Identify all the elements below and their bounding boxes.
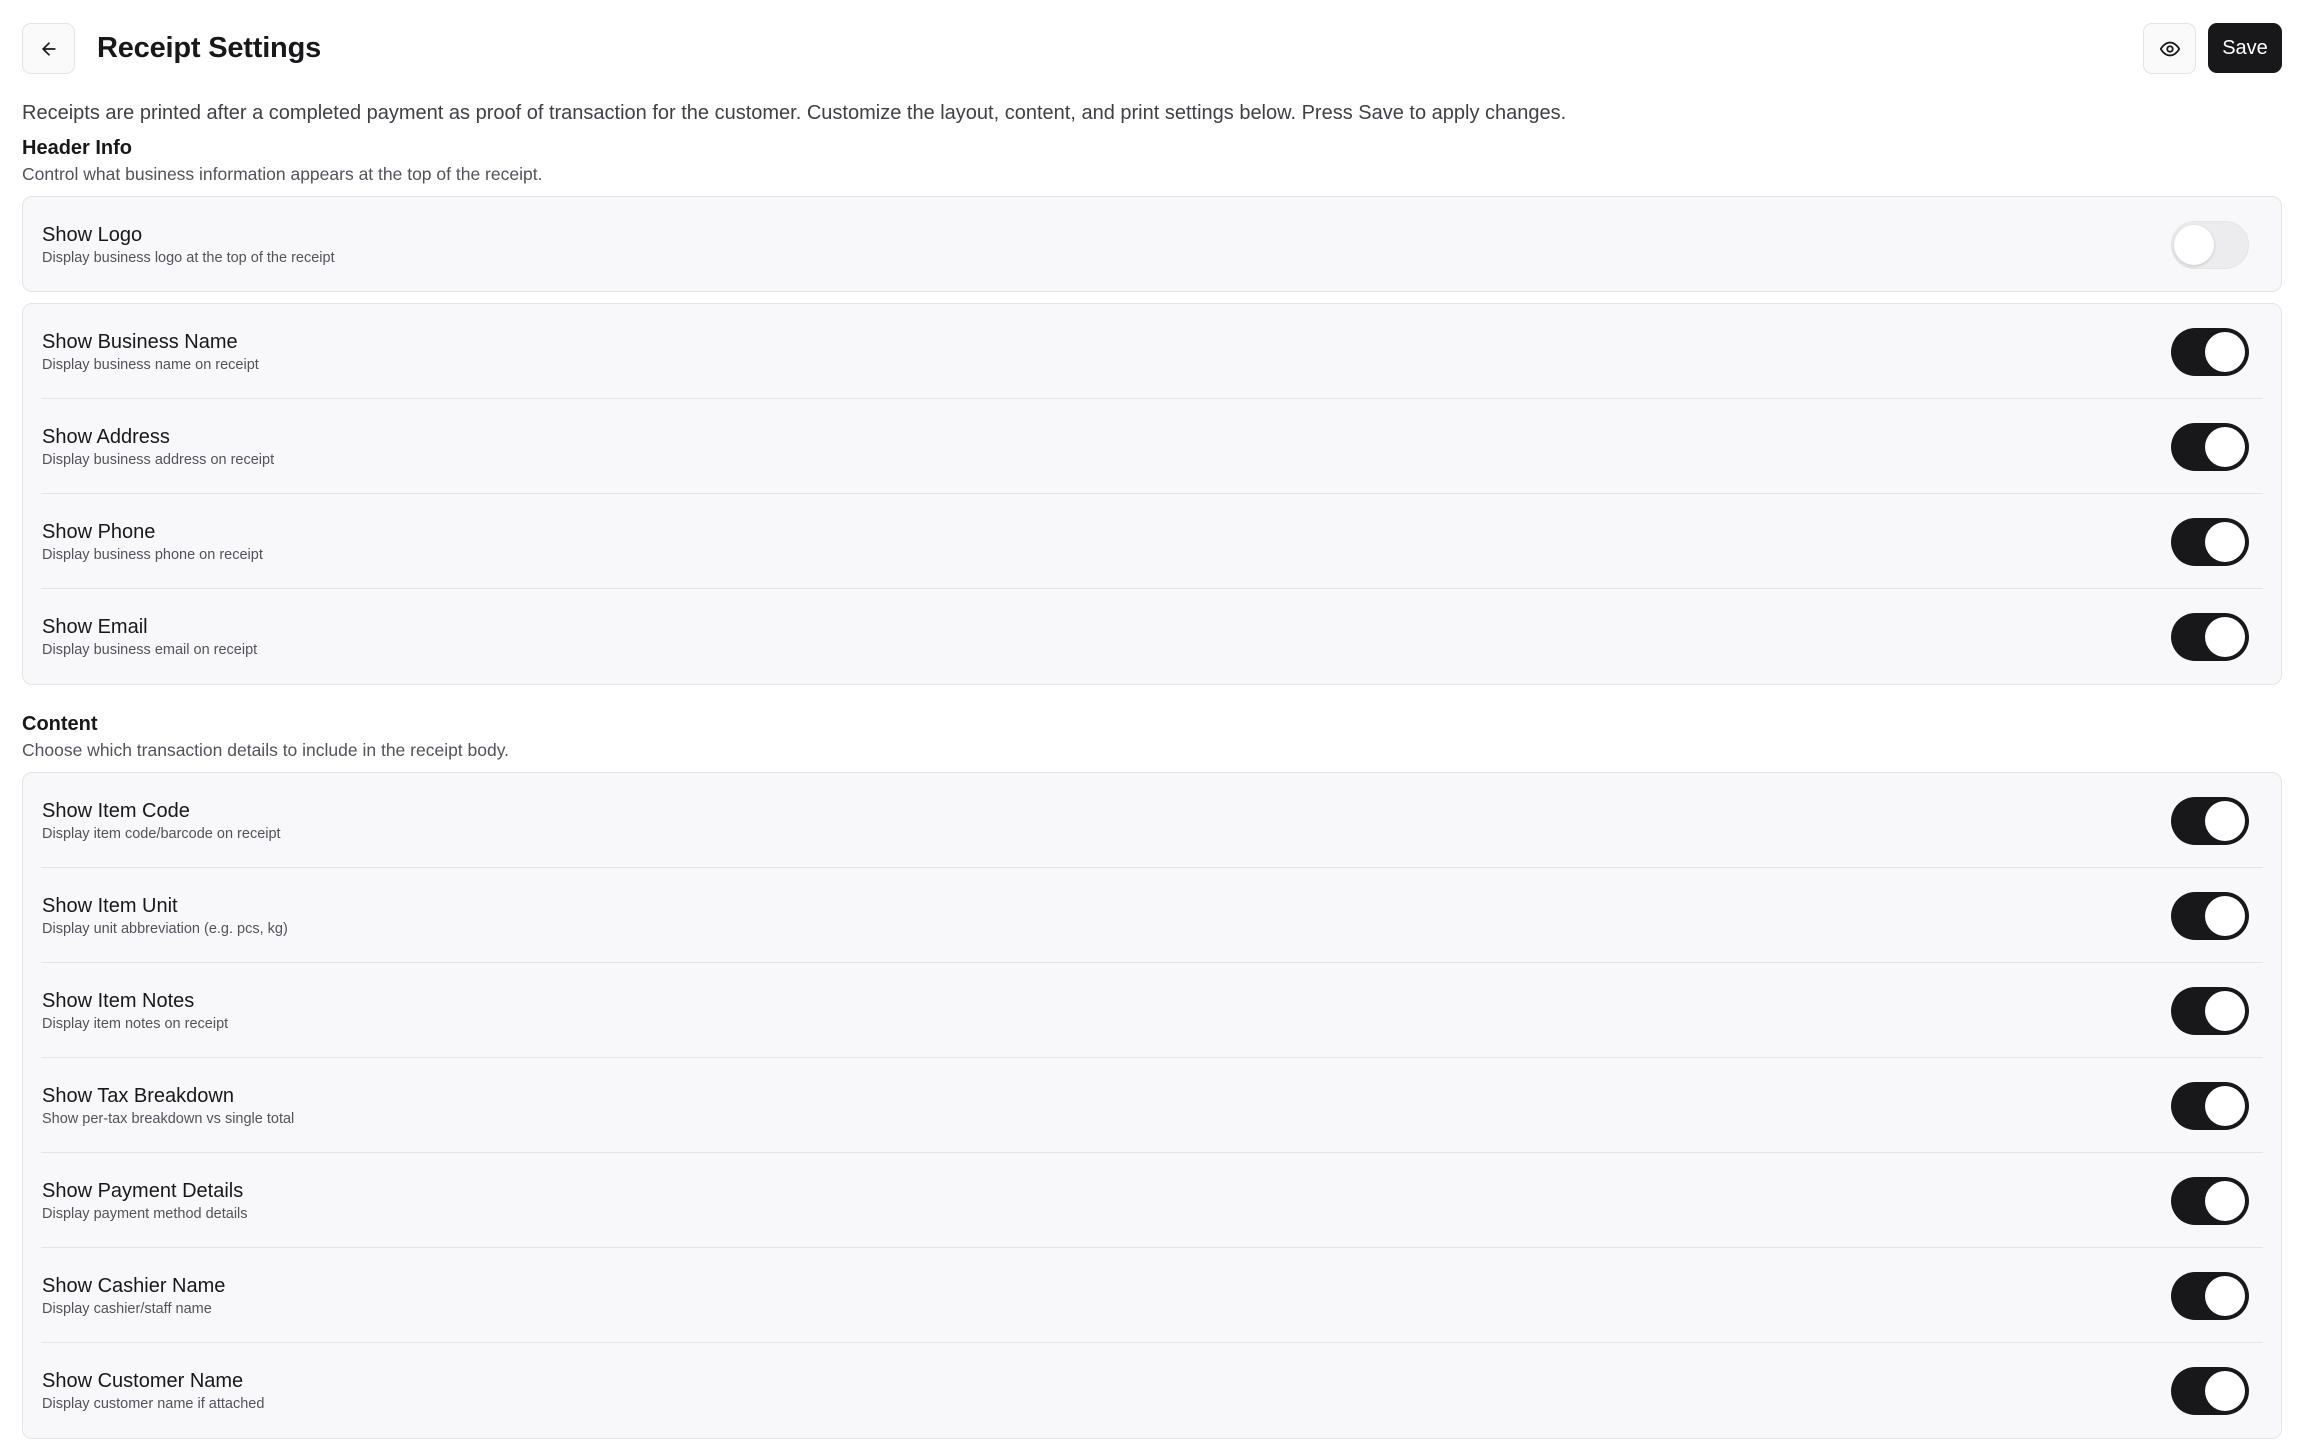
- show-address-toggle[interactable]: [2171, 423, 2249, 471]
- setting-description: Display business email on receipt: [42, 642, 258, 658]
- setting-label: Show Customer Name: [42, 1370, 244, 1392]
- toggle-knob: [2205, 332, 2245, 372]
- setting-row-show-tax-breakdown: Show Tax Breakdown Show per-tax breakdow…: [41, 1058, 2263, 1153]
- setting-description: Display business name on receipt: [42, 357, 259, 373]
- setting-description: Show per-tax breakdown vs single total: [42, 1111, 295, 1127]
- setting-label: Show Phone: [42, 521, 156, 543]
- business-info-card: Show Business Name Display business name…: [22, 303, 2282, 685]
- show-customer-name-toggle[interactable]: [2171, 1367, 2249, 1415]
- top-bar: Receipt Settings Save: [22, 0, 2282, 96]
- setting-row-show-item-unit: Show Item Unit Display unit abbreviation…: [41, 868, 2263, 963]
- logo-settings-card: Show Logo Display business logo at the t…: [22, 196, 2282, 292]
- setting-label: Show Email: [42, 616, 148, 638]
- setting-row-show-address: Show Address Display business address on…: [41, 399, 2263, 494]
- toggle-knob: [2174, 224, 2214, 265]
- show-item-unit-toggle[interactable]: [2171, 892, 2249, 940]
- setting-description: Display business address on receipt: [42, 452, 275, 468]
- setting-label: Show Item Unit: [42, 895, 178, 917]
- show-item-code-toggle[interactable]: [2171, 797, 2249, 845]
- section-description-content: Choose which transaction details to incl…: [22, 740, 510, 760]
- show-phone-toggle[interactable]: [2171, 518, 2249, 566]
- back-button[interactable]: [22, 23, 75, 74]
- show-email-toggle[interactable]: [2171, 613, 2249, 661]
- preview-button[interactable]: [2143, 23, 2196, 74]
- setting-description: Display business logo at the top of the …: [42, 250, 335, 266]
- toggle-knob: [2205, 1181, 2245, 1221]
- content-settings-card: Show Item Code Display item code/barcode…: [22, 772, 2282, 1439]
- setting-label: Show Logo: [42, 224, 143, 246]
- section-title-header-info: Header Info: [22, 137, 133, 159]
- show-payment-details-toggle[interactable]: [2171, 1177, 2249, 1225]
- eye-icon: [2159, 41, 2180, 56]
- setting-label: Show Item Code: [42, 800, 190, 822]
- setting-row-show-phone: Show Phone Display business phone on rec…: [41, 494, 2263, 589]
- show-business-name-toggle[interactable]: [2171, 328, 2249, 376]
- toggle-knob: [2205, 427, 2245, 467]
- setting-row-show-customer-name: Show Customer Name Display customer name…: [41, 1343, 2263, 1438]
- content-section: Content Choose which transaction details…: [22, 710, 2282, 1439]
- toggle-knob: [2205, 1086, 2245, 1126]
- toggle-knob: [2205, 617, 2245, 657]
- setting-row-show-cashier-name: Show Cashier Name Display cashier/staff …: [41, 1248, 2263, 1343]
- section-description-header-info: Control what business information appear…: [22, 164, 543, 184]
- toggle-knob: [2205, 522, 2245, 562]
- setting-label: Show Address: [42, 426, 170, 448]
- setting-description: Display customer name if attached: [42, 1396, 265, 1412]
- setting-description: Display payment method details: [42, 1206, 248, 1222]
- setting-row-show-email: Show Email Display business email on rec…: [41, 589, 2263, 684]
- toggle-knob: [2205, 896, 2245, 936]
- setting-row-show-business-name: Show Business Name Display business name…: [41, 304, 2263, 399]
- save-button[interactable]: Save: [2208, 23, 2282, 73]
- show-tax-breakdown-toggle[interactable]: [2171, 1082, 2249, 1130]
- setting-description: Display cashier/staff name: [42, 1301, 212, 1317]
- setting-row-show-payment-details: Show Payment Details Display payment met…: [41, 1153, 2263, 1248]
- setting-label: Show Cashier Name: [42, 1275, 226, 1297]
- toggle-knob: [2205, 801, 2245, 841]
- section-title-content: Content: [22, 713, 98, 735]
- show-logo-toggle[interactable]: [2171, 221, 2249, 269]
- header-info-section: Header Info Control what business inform…: [22, 134, 2282, 685]
- setting-description: Display unit abbreviation (e.g. pcs, kg): [42, 921, 288, 937]
- toggle-knob: [2205, 1371, 2245, 1411]
- setting-description: Display item code/barcode on receipt: [42, 826, 281, 842]
- setting-description: Display item notes on receipt: [42, 1016, 229, 1032]
- receipt-settings-page: Receipt Settings Save Receipts are print…: [0, 0, 2304, 1440]
- toggle-knob: [2205, 1276, 2245, 1316]
- setting-description: Display business phone on receipt: [42, 547, 263, 563]
- setting-label: Show Item Notes: [42, 990, 195, 1012]
- setting-label: Show Business Name: [42, 331, 238, 353]
- show-item-notes-toggle[interactable]: [2171, 987, 2249, 1035]
- arrow-left-icon: [41, 41, 56, 56]
- show-cashier-name-toggle[interactable]: [2171, 1272, 2249, 1320]
- setting-row-show-logo: Show Logo Display business logo at the t…: [41, 197, 2263, 291]
- setting-label: Show Payment Details: [42, 1180, 244, 1202]
- page-title: Receipt Settings: [97, 32, 322, 64]
- setting-row-show-item-notes: Show Item Notes Display item notes on re…: [41, 963, 2263, 1058]
- toggle-knob: [2205, 991, 2245, 1031]
- intro-text: Receipts are printed after a completed p…: [22, 102, 1567, 124]
- setting-row-show-item-code: Show Item Code Display item code/barcode…: [41, 773, 2263, 868]
- setting-label: Show Tax Breakdown: [42, 1085, 234, 1107]
